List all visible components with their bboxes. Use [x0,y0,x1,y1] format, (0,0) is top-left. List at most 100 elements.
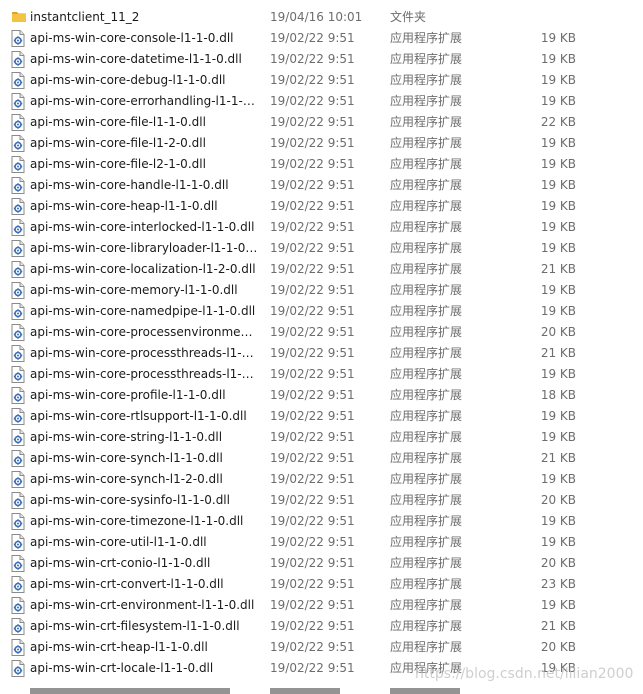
file-row[interactable]: api-ms-win-crt-environment-l1-1-0.dll 19/… [0,595,643,616]
dll-file-icon [11,429,25,446]
file-type: 应用程序扩展 [390,241,463,255]
file-name: api-ms-win-core-memory-l1-1-0.dll [30,283,238,297]
file-row[interactable]: api-ms-win-core-debug-l1-1-0.dll 19/02/22… [0,70,643,91]
file-row[interactable]: api-ms-win-core-rtlsupport-l1-1-0.dll 19/… [0,406,643,427]
file-type: 应用程序扩展 [390,556,463,570]
file-list: instantclient_11_2 19/04/16 10:01 文件夹 api-m… [0,7,643,679]
file-type: 应用程序扩展 [390,199,463,213]
file-row[interactable]: api-ms-win-core-string-l1-1-0.dll 19/02/2… [0,427,643,448]
file-row[interactable]: api-ms-win-core-localization-l1-2-0.dll 1… [0,259,643,280]
file-name: api-ms-win-crt-environment-l1-1-0.dll [30,598,255,612]
file-size: 19 KB [540,304,576,318]
file-name: api-ms-win-core-console-l1-1-0.dll [30,31,234,45]
file-name: api-ms-win-core-datetime-l1-1-0.dll [30,52,242,66]
folder-icon [11,9,26,26]
file-date-modified: 19/02/22 9:51 [270,346,355,360]
file-size: 19 KB [540,157,576,171]
file-row[interactable]: api-ms-win-core-synch-l1-1-0.dll 19/02/22… [0,448,643,469]
file-row[interactable]: api-ms-win-core-handle-l1-1-0.dll 19/02/2… [0,175,643,196]
dll-file-icon [11,471,25,488]
file-row[interactable]: api-ms-win-core-processthreads-l1-1-0.dl… [0,343,643,364]
file-date-modified: 19/02/22 9:51 [270,325,355,339]
dll-file-icon [11,387,25,404]
file-size: 23 KB [540,577,576,591]
file-name: api-ms-win-core-timezone-l1-1-0.dll [30,514,244,528]
file-size: 19 KB [540,94,576,108]
file-row[interactable]: api-ms-win-core-datetime-l1-1-0.dll 19/02… [0,49,643,70]
file-row[interactable]: api-ms-win-core-timezone-l1-1-0.dll 19/02… [0,511,643,532]
file-type: 应用程序扩展 [390,220,463,234]
file-date-modified: 19/02/22 9:51 [270,451,355,465]
file-name: api-ms-win-core-rtlsupport-l1-1-0.dll [30,409,247,423]
file-size: 19 KB [540,31,576,45]
file-row[interactable]: api-ms-win-core-processthreads-l1-1-1.dl… [0,364,643,385]
partial-row-type-fragment [390,688,460,694]
dll-file-icon [11,177,25,194]
dll-file-icon [11,324,25,341]
file-row[interactable]: api-ms-win-core-util-l1-1-0.dll 19/02/22 … [0,532,643,553]
file-name: api-ms-win-core-string-l1-1-0.dll [30,430,223,444]
file-type: 应用程序扩展 [390,409,463,423]
file-row[interactable]: api-ms-win-crt-filesystem-l1-1-0.dll 19/0… [0,616,643,637]
file-type: 应用程序扩展 [390,388,463,402]
file-row[interactable]: api-ms-win-crt-conio-l1-1-0.dll 19/02/22 … [0,553,643,574]
file-size: 19 KB [540,136,576,150]
file-row[interactable]: api-ms-win-core-synch-l1-2-0.dll 19/02/22… [0,469,643,490]
file-name: api-ms-win-crt-filesystem-l1-1-0.dll [30,619,240,633]
file-row[interactable]: api-ms-win-core-profile-l1-1-0.dll 19/02/… [0,385,643,406]
file-type: 应用程序扩展 [390,535,463,549]
file-type: 应用程序扩展 [390,430,463,444]
folder-row[interactable]: instantclient_11_2 19/04/16 10:01 文件夹 [0,7,643,28]
file-type: 应用程序扩展 [390,619,463,633]
file-row[interactable]: api-ms-win-crt-convert-l1-1-0.dll 19/02/2… [0,574,643,595]
file-type: 应用程序扩展 [390,73,463,87]
dll-file-icon [11,114,25,131]
file-name: api-ms-win-core-synch-l1-2-0.dll [30,472,223,486]
file-name: api-ms-win-core-interlocked-l1-1-0.dll [30,220,255,234]
file-row[interactable]: api-ms-win-core-file-l1-1-0.dll 19/02/22 … [0,112,643,133]
file-size: 19 KB [540,73,576,87]
file-row[interactable]: api-ms-win-core-file-l2-1-0.dll 19/02/22 … [0,154,643,175]
dll-file-icon [11,51,25,68]
file-name: api-ms-win-crt-heap-l1-1-0.dll [30,640,208,654]
file-size: 21 KB [540,451,576,465]
file-row[interactable]: api-ms-win-core-processenvironment-l1...… [0,322,643,343]
file-size: 19 KB [540,283,576,297]
file-row[interactable]: api-ms-win-core-file-l1-2-0.dll 19/02/22 … [0,133,643,154]
dll-file-icon [11,513,25,530]
file-date-modified: 19/02/22 9:51 [270,31,355,45]
file-type: 应用程序扩展 [390,115,463,129]
file-name: api-ms-win-core-file-l2-1-0.dll [30,157,206,171]
file-row[interactable]: api-ms-win-core-memory-l1-1-0.dll 19/02/2… [0,280,643,301]
file-size: 20 KB [540,325,576,339]
file-row[interactable]: api-ms-win-core-namedpipe-l1-1-0.dll 19/0… [0,301,643,322]
file-name: api-ms-win-core-util-l1-1-0.dll [30,535,207,549]
file-date-modified: 19/02/22 9:51 [270,430,355,444]
dll-file-icon [11,408,25,425]
file-date-modified: 19/02/22 9:51 [270,661,355,675]
file-date-modified: 19/02/22 9:51 [270,262,355,276]
file-row[interactable]: api-ms-win-core-interlocked-l1-1-0.dll 19… [0,217,643,238]
file-name: api-ms-win-core-file-l1-1-0.dll [30,115,206,129]
file-type: 应用程序扩展 [390,514,463,528]
dll-file-icon [11,282,25,299]
file-size: 19 KB [540,367,576,381]
file-date-modified: 19/02/22 9:51 [270,514,355,528]
file-size: 19 KB [540,514,576,528]
dll-file-icon [11,72,25,89]
file-row[interactable]: api-ms-win-core-heap-l1-1-0.dll 19/02/22 … [0,196,643,217]
file-row[interactable]: api-ms-win-core-console-l1-1-0.dll 19/02/… [0,28,643,49]
dll-file-icon [11,261,25,278]
file-size: 19 KB [540,598,576,612]
file-row[interactable]: api-ms-win-core-libraryloader-l1-1-0.dll… [0,238,643,259]
dll-file-icon [11,597,25,614]
dll-file-icon [11,639,25,656]
file-row[interactable]: api-ms-win-core-errorhandling-l1-1-0.dll… [0,91,643,112]
dll-file-icon [11,576,25,593]
file-date-modified: 19/02/22 9:51 [270,556,355,570]
file-name: api-ms-win-crt-locale-l1-1-0.dll [30,661,214,675]
file-row[interactable]: api-ms-win-core-sysinfo-l1-1-0.dll 19/02/… [0,490,643,511]
file-size: 21 KB [540,262,576,276]
file-row[interactable]: api-ms-win-crt-heap-l1-1-0.dll 19/02/22 9… [0,637,643,658]
dll-file-icon [11,555,25,572]
